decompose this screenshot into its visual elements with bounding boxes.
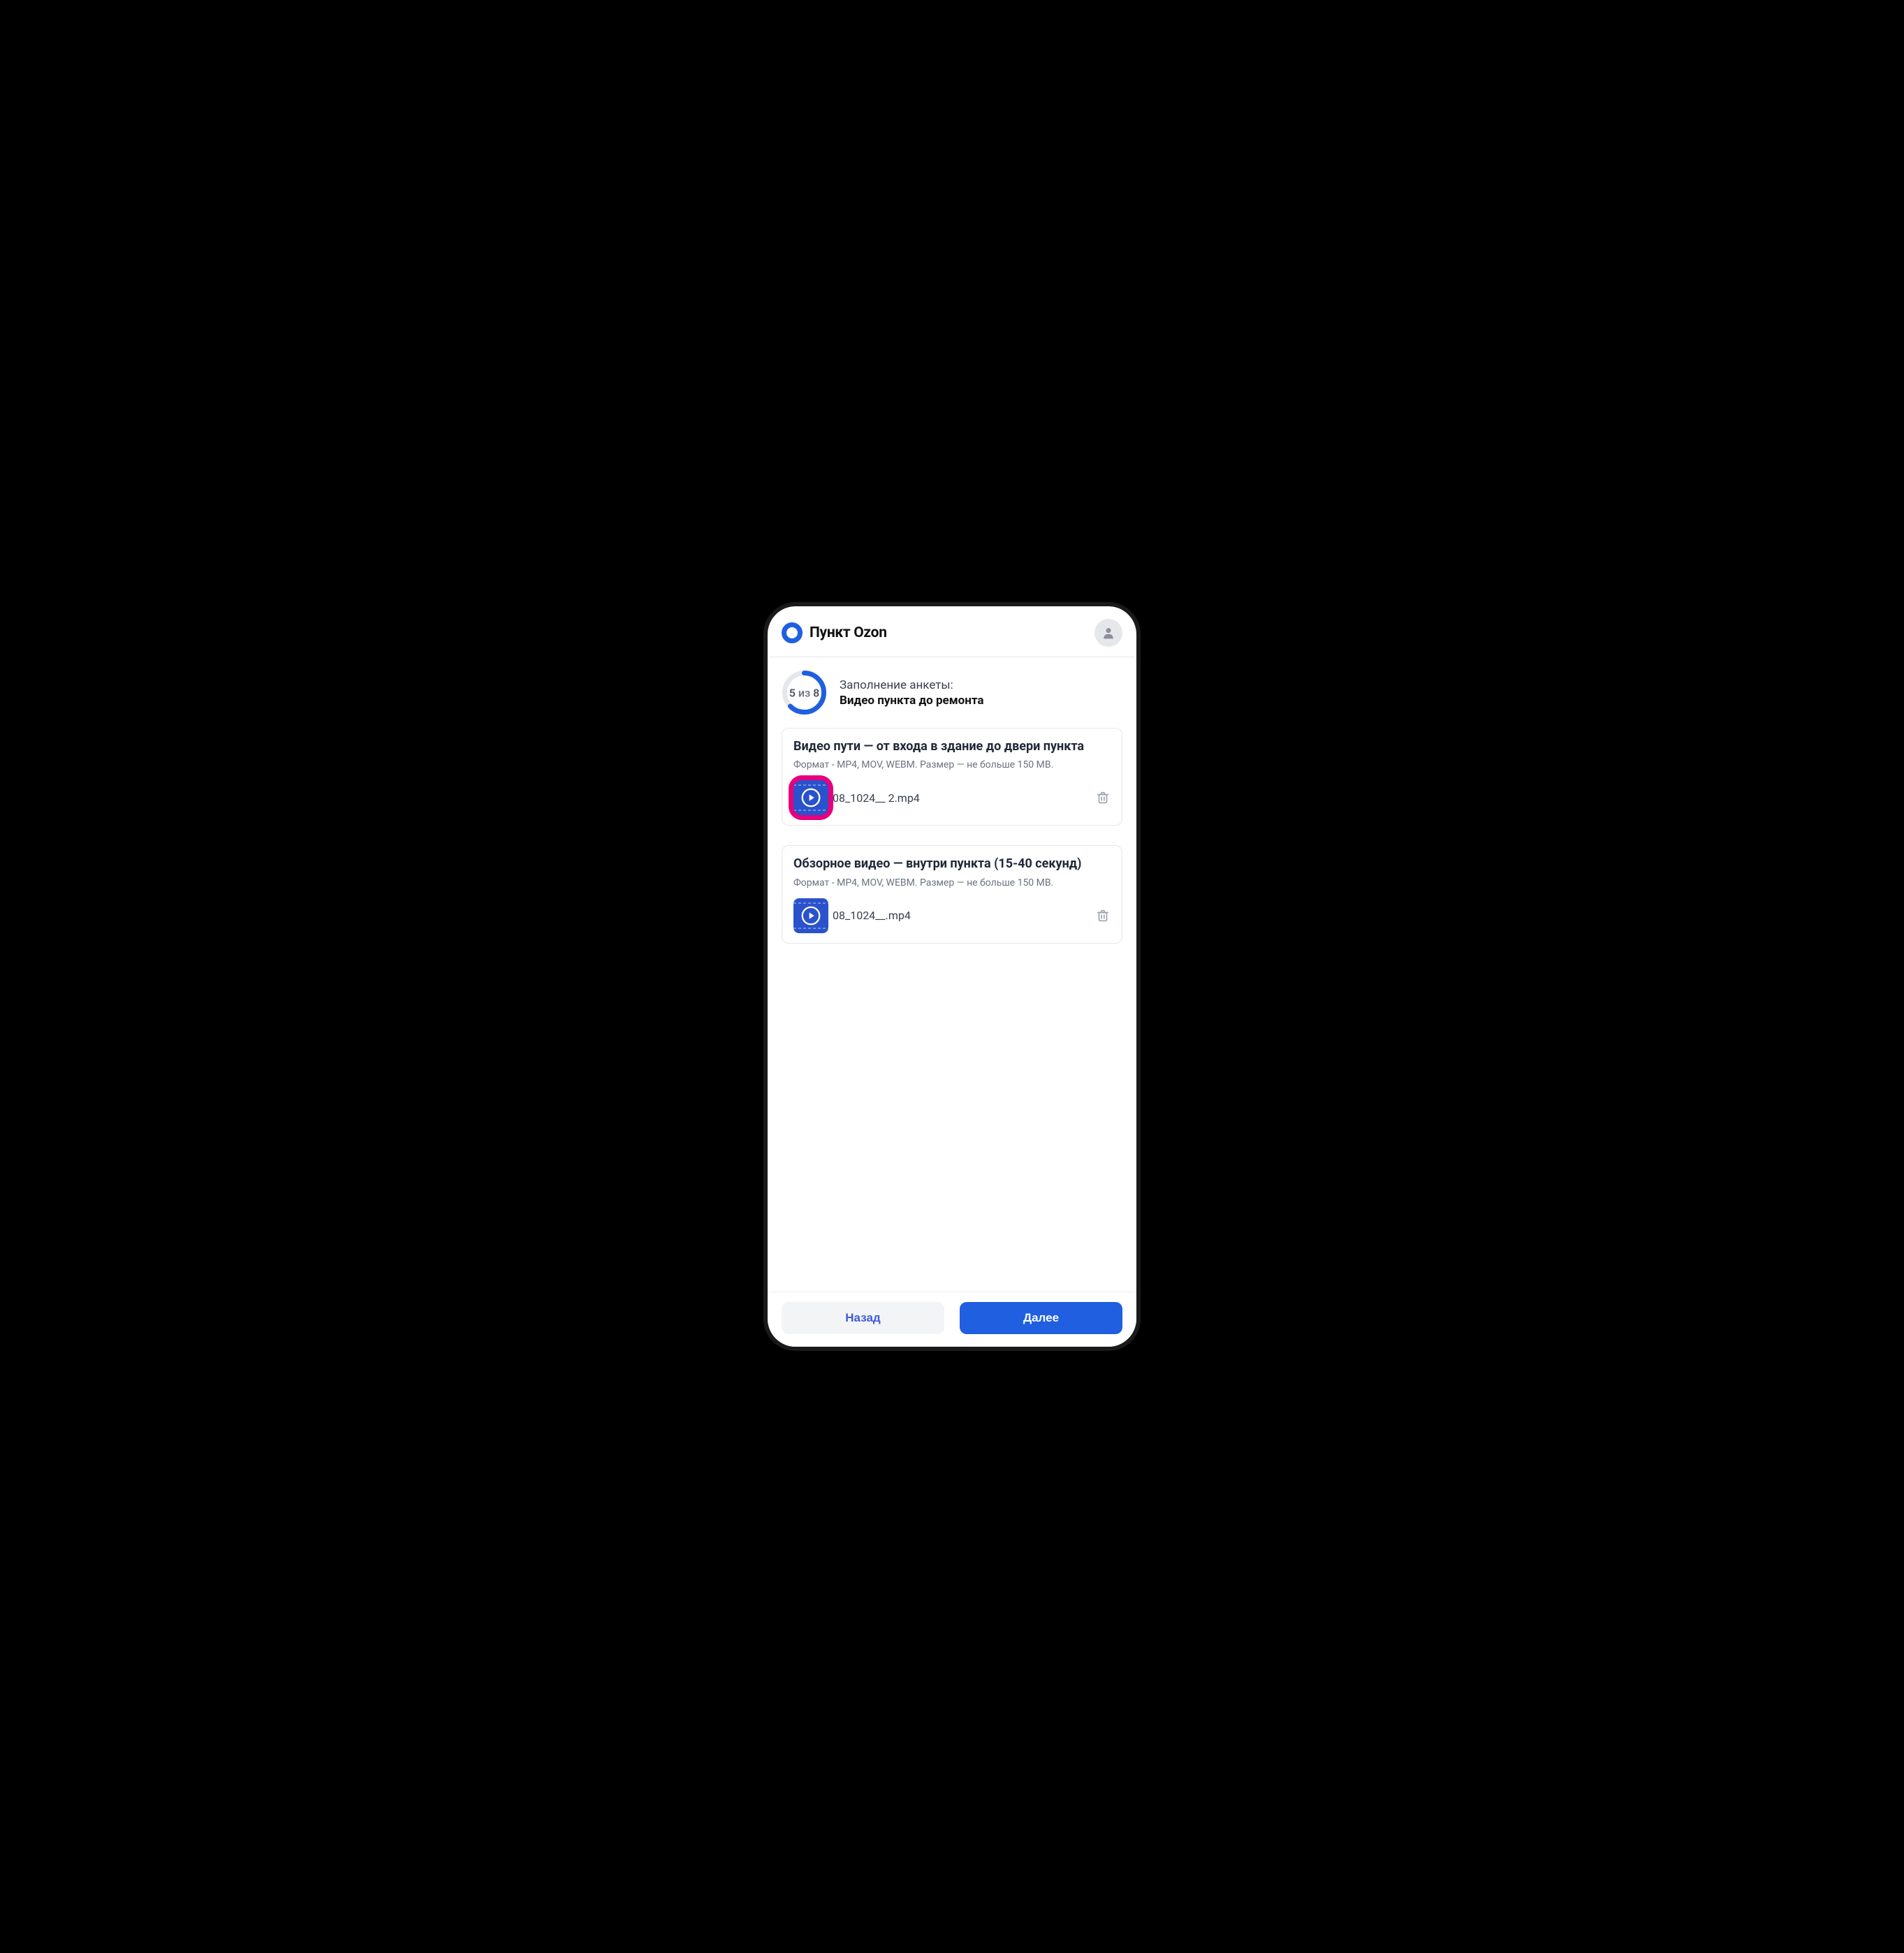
progress-ring: 5 из 8 [782,670,827,715]
content: Видео пути — от входа в здание до двери … [768,728,1136,1292]
video-thumbnail-button[interactable] [793,780,828,815]
header-left: Пункт Ozon [782,622,887,643]
file-row: 08_1024__ 2.mp4 [793,780,1111,815]
app-title: Пункт Ozon [810,624,887,641]
progress-section: 5 из 8 Заполнение анкеты: Видео пункта д… [768,657,1136,728]
play-icon [801,788,821,807]
avatar-button[interactable] [1094,619,1122,647]
trash-icon[interactable] [1095,908,1111,923]
progress-label-top: Заполнение анкеты: [840,678,984,692]
card-title: Видео пути — от входа в здание до двери … [793,738,1111,755]
phone-frame: Пункт Ozon 5 из 8 Заполнение анкеты: Вид… [768,606,1136,1347]
progress-labels: Заполнение анкеты: Видео пункта до ремон… [840,678,984,708]
trash-icon[interactable] [1095,790,1111,805]
play-icon [801,906,821,926]
file-row: 08_1024__.mp4 [793,898,1111,933]
back-button[interactable]: Назад [782,1302,944,1334]
next-button[interactable]: Далее [960,1302,1122,1334]
ozon-logo-icon [782,622,803,643]
video-upload-card-path: Видео пути — от входа в здание до двери … [782,728,1122,826]
app-header: Пункт Ozon [768,606,1136,657]
card-title: Обзорное видео — внутри пункта (15-40 се… [793,856,1111,872]
video-thumbnail-button[interactable] [793,898,828,933]
card-subtitle: Формат - MP4, MOV, WEBM. Размер — не бол… [793,877,1111,888]
file-name: 08_1024__ 2.mp4 [833,791,1091,805]
video-upload-card-overview: Обзорное видео — внутри пункта (15-40 се… [782,845,1122,943]
user-icon [1101,626,1115,640]
file-name: 08_1024__.mp4 [833,909,1091,922]
progress-text: 5 из 8 [789,686,820,699]
card-subtitle: Формат - MP4, MOV, WEBM. Размер — не бол… [793,759,1111,770]
progress-label-bottom: Видео пункта до ремонта [840,694,984,708]
footer-nav: Назад Далее [768,1292,1136,1347]
